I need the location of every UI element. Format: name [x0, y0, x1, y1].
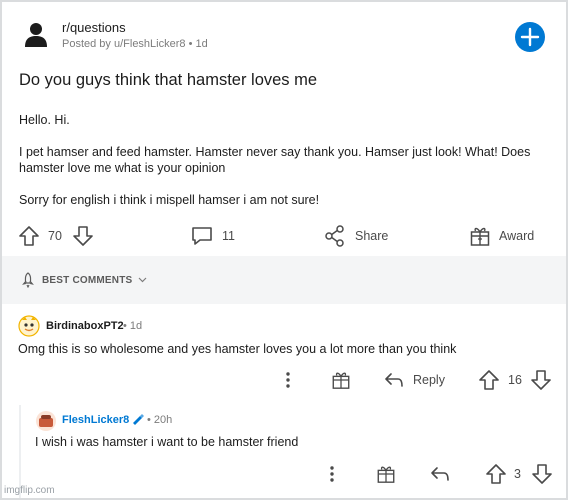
commenter-avatar[interactable]: [18, 315, 40, 337]
award-icon: [470, 227, 490, 246]
comment: BirdinaboxPT2 • 1d Omg this is so wholes…: [2, 307, 566, 405]
comment-downvote-button[interactable]: [530, 367, 552, 393]
comment-vote-count: 16: [508, 373, 522, 387]
downvote-icon[interactable]: [72, 225, 94, 247]
post-action-bar: 70 11 Share Award: [2, 217, 566, 255]
comment-time: • 20h: [147, 414, 173, 426]
comment-sort-bar: BEST COMMENTS: [2, 256, 566, 304]
comment-upvote-button[interactable]: [485, 461, 507, 487]
posted-by: Posted by u/FleshLicker8 • 1d: [62, 38, 208, 50]
downvote-icon[interactable]: [530, 369, 552, 391]
award-button[interactable]: [376, 461, 396, 487]
share-button[interactable]: Share: [324, 223, 388, 249]
post-vote-count: 70: [48, 229, 62, 243]
downvote-icon[interactable]: [531, 463, 553, 485]
comment-upvote-button[interactable]: [478, 367, 500, 393]
upvote-button[interactable]: [18, 223, 40, 249]
post-card: r/questions Posted by u/FleshLicker8 • 1…: [2, 2, 566, 498]
comment-time: • 1d: [123, 320, 143, 332]
reply-icon: [385, 373, 403, 387]
award-icon: [332, 372, 350, 389]
post-body-paragraph: Sorry for english i think i mispell hams…: [19, 193, 320, 207]
sort-label: BEST COMMENTS: [42, 274, 133, 286]
post-title[interactable]: Do you guys think that hamster loves me: [19, 71, 317, 90]
more-icon: [286, 372, 290, 388]
more-icon: [330, 466, 334, 482]
op-icon: [131, 413, 145, 432]
award-button[interactable]: [331, 367, 351, 393]
comment-text: Omg this is so wholesome and yes hamster…: [18, 342, 457, 356]
user-avatar-icon[interactable]: [24, 22, 48, 48]
more-button[interactable]: [278, 367, 298, 393]
comment-count: 11: [222, 229, 235, 243]
chevron-down-icon: [138, 277, 147, 283]
join-button[interactable]: [515, 22, 545, 52]
reply-label: Reply: [413, 373, 445, 387]
upvote-icon[interactable]: [485, 463, 507, 485]
comment-author[interactable]: BirdinaboxPT2: [46, 320, 124, 332]
subreddit-name[interactable]: r/questions: [62, 20, 126, 35]
commenter-avatar[interactable]: [35, 410, 56, 431]
award-button[interactable]: Award: [469, 223, 534, 249]
post-body-paragraph: I pet hamser and feed hamster. Hamster n…: [19, 145, 531, 175]
downvote-button[interactable]: [72, 223, 94, 249]
post-body-paragraph: Hello. Hi.: [19, 113, 70, 127]
award-label: Award: [499, 229, 535, 243]
comments-button[interactable]: 11: [190, 223, 235, 249]
rocket-icon: [22, 272, 34, 288]
more-button[interactable]: [322, 461, 342, 487]
comment-action-bar: Reply 16: [2, 367, 566, 393]
comment-vote-count: 3: [514, 467, 521, 481]
comment-text: I wish i was hamster i want to be hamste…: [35, 435, 299, 449]
upvote-icon[interactable]: [18, 225, 40, 247]
comment-action-bar: 3: [2, 461, 566, 487]
comment-downvote-button[interactable]: [531, 461, 553, 487]
sort-dropdown[interactable]: BEST COMMENTS: [20, 272, 147, 288]
upvote-icon[interactable]: [478, 369, 500, 391]
comment-reply: FleshLicker8 • 20h I wish i was hamster …: [2, 405, 566, 498]
reply-button[interactable]: Reply: [383, 367, 445, 393]
comment-icon: [192, 227, 212, 245]
comment-author[interactable]: FleshLicker8: [62, 414, 129, 426]
award-icon: [377, 466, 395, 483]
share-icon: [325, 225, 344, 247]
reply-icon: [431, 467, 449, 481]
share-label: Share: [355, 229, 389, 243]
reply-button[interactable]: [429, 461, 451, 487]
watermark: imgflip.com: [4, 485, 55, 496]
post-header: r/questions Posted by u/FleshLicker8 • 1…: [22, 20, 552, 54]
plus-icon: [520, 27, 540, 47]
post-body: Hello. Hi. I pet hamser and feed hamster…: [19, 112, 554, 224]
